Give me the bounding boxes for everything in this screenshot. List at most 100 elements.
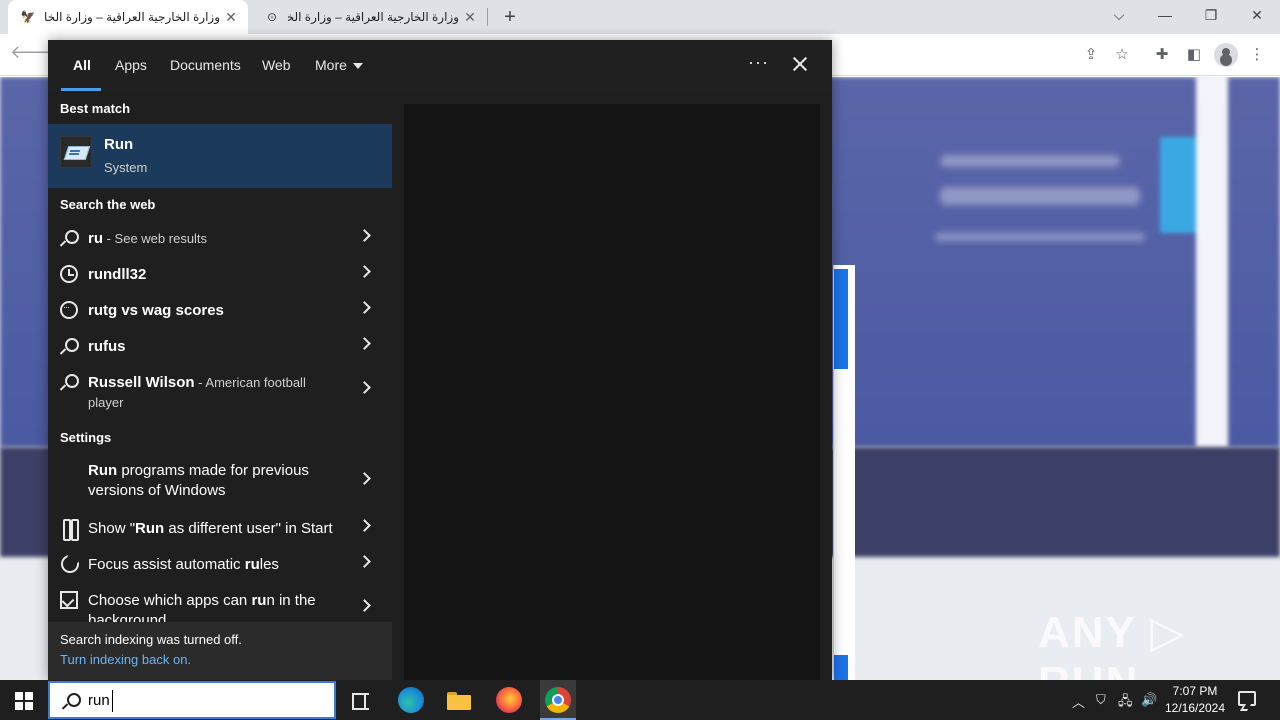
- tab-documents[interactable]: Documents: [170, 57, 241, 73]
- more-options-button[interactable]: ···: [748, 52, 769, 73]
- result-pre: Show ": [88, 520, 136, 537]
- extensions-puzzle-icon[interactable]: ✚: [1151, 44, 1173, 66]
- search-icon: [60, 373, 79, 391]
- settings-heading: Settings: [60, 430, 112, 445]
- background-apps-icon: [60, 591, 78, 609]
- search-query-text: run: [88, 692, 110, 709]
- clock-time: 7:07 PM: [1172, 684, 1218, 698]
- result-bold: ru: [244, 556, 260, 573]
- search-results-list: Best match Run System Search the web ru …: [48, 92, 392, 622]
- page-card-edge: [833, 265, 855, 680]
- settings-result-item[interactable]: Focus assist automatic rules: [48, 546, 392, 582]
- web-result-item[interactable]: ru - See web results: [48, 220, 392, 256]
- web-result-item[interactable]: rufus: [48, 328, 392, 364]
- browser-tab-inactive[interactable]: ⊙ وزارة الخارجية العراقية – وزارة الخار …: [252, 0, 487, 34]
- tab-close-icon[interactable]: ✕: [459, 9, 481, 26]
- history-clock-icon: [60, 265, 78, 283]
- loading-icon: ⊙: [266, 10, 278, 24]
- active-tab-indicator: [61, 88, 101, 91]
- chevron-right-icon[interactable]: [358, 337, 371, 350]
- restore-button[interactable]: ❐: [1188, 0, 1234, 30]
- indexing-notice: Search indexing was turned off. Turn ind…: [48, 622, 392, 680]
- close-window-button[interactable]: ✕: [1234, 0, 1280, 30]
- new-tab-button[interactable]: +: [498, 4, 522, 30]
- security-shield-icon[interactable]: ⛉: [1096, 692, 1106, 708]
- tab-search-dropdown-icon[interactable]: ⌵: [1096, 0, 1142, 30]
- trending-chat-icon: [60, 301, 78, 319]
- result-text: rutg vs wag scores: [88, 302, 224, 319]
- share-icon[interactable]: ⇪: [1080, 44, 1102, 66]
- tab-apps[interactable]: Apps: [115, 57, 147, 73]
- chevron-right-icon[interactable]: [358, 301, 371, 314]
- web-result-item[interactable]: rundll32: [48, 256, 392, 292]
- result-line2: versions of Windows: [88, 482, 226, 499]
- result-line2: background: [88, 612, 167, 622]
- minimize-button[interactable]: —: [1142, 0, 1188, 30]
- profile-avatar-icon[interactable]: [1214, 43, 1238, 67]
- chevron-right-icon[interactable]: [358, 265, 371, 278]
- search-icon: [60, 337, 79, 355]
- volume-icon[interactable]: 🔊: [1141, 692, 1157, 708]
- kebab-menu-icon[interactable]: ⋮: [1246, 44, 1268, 66]
- edge-browser-icon[interactable]: [398, 687, 424, 713]
- focus-assist-moon-icon: [60, 553, 79, 573]
- close-icon[interactable]: [788, 52, 812, 76]
- result-text: ru: [88, 230, 103, 247]
- result-suffix-line2: player: [88, 395, 124, 410]
- web-result-item[interactable]: rutg vs wag scores: [48, 292, 392, 328]
- network-icon[interactable]: 🖧: [1118, 692, 1133, 714]
- result-rest: les: [259, 556, 279, 573]
- settings-result-item[interactable]: Show "Run as different user" in Start: [48, 510, 392, 546]
- anyrun-watermark: ANY ▷ RUN: [1038, 608, 1187, 680]
- turn-indexing-on-link[interactable]: Turn indexing back on.: [60, 652, 191, 667]
- result-bold: Run: [88, 462, 118, 479]
- side-panel-icon[interactable]: ◧: [1183, 44, 1205, 66]
- result-rest: n in the: [266, 592, 316, 609]
- result-text: rufus: [88, 338, 126, 355]
- iraq-emblem-icon: 🦅: [20, 10, 36, 24]
- result-preview-pane: [404, 104, 820, 680]
- search-web-heading: Search the web: [60, 197, 156, 212]
- firefox-icon[interactable]: [496, 687, 522, 713]
- settings-result-item[interactable]: Choose which apps can run in the backgrou…: [48, 582, 392, 622]
- result-text: Russell Wilson: [88, 374, 195, 391]
- taskbar-search-input[interactable]: run: [48, 681, 336, 719]
- indexing-off-text: Search indexing was turned off.: [60, 632, 242, 647]
- chevron-right-icon[interactable]: [358, 229, 371, 242]
- chevron-right-icon[interactable]: [358, 381, 371, 394]
- best-match-heading: Best match: [60, 101, 131, 116]
- search-icon: [62, 693, 81, 711]
- taskbar-clock[interactable]: 7:07 PM 12/16/2024: [1160, 683, 1230, 717]
- tab-all[interactable]: All: [73, 57, 91, 73]
- tab-title: وزارة الخارجية العراقية – وزارة الخار: [288, 10, 459, 24]
- page-scroll-stripe: [1196, 77, 1228, 447]
- notification-center-icon[interactable]: [1238, 691, 1256, 706]
- caret-down-icon: [352, 63, 363, 70]
- chevron-right-icon[interactable]: [358, 519, 371, 532]
- tab-more[interactable]: More: [315, 57, 363, 73]
- tab-web[interactable]: Web: [262, 57, 291, 73]
- tab-close-icon[interactable]: ✕: [220, 9, 242, 26]
- result-pre: Focus assist automatic: [88, 556, 245, 573]
- file-explorer-icon[interactable]: [443, 684, 475, 716]
- run-app-icon: [60, 136, 92, 168]
- settings-result-item[interactable]: Run programs made for previous versions o…: [48, 454, 392, 502]
- chevron-right-icon[interactable]: [358, 599, 371, 612]
- best-match-name: Run: [104, 136, 134, 153]
- windows-start-icon[interactable]: [0, 680, 48, 720]
- chevron-right-icon[interactable]: [358, 472, 371, 485]
- browser-tab-active[interactable]: 🦅 وزارة الخارجية العراقية – وزارة الخارج…: [8, 0, 248, 34]
- chrome-taskbar-button[interactable]: [540, 680, 576, 720]
- browser-tab-strip: 🦅 وزارة الخارجية العراقية – وزارة الخارج…: [0, 0, 1280, 34]
- best-match-item-run[interactable]: Run System: [48, 124, 392, 188]
- tab-separator: [487, 8, 488, 26]
- chevron-right-icon[interactable]: [358, 555, 371, 568]
- bookmark-star-icon[interactable]: ☆: [1111, 44, 1133, 66]
- tray-overflow-chevron-icon[interactable]: ︿: [1072, 692, 1085, 711]
- result-rest: programs made for previous: [117, 462, 309, 479]
- result-bold: Run: [135, 520, 165, 537]
- web-result-item[interactable]: Russell Wilson - American football player: [48, 364, 392, 414]
- result-bold: ru: [251, 592, 267, 609]
- search-icon: [60, 229, 79, 247]
- task-view-icon[interactable]: [344, 684, 376, 716]
